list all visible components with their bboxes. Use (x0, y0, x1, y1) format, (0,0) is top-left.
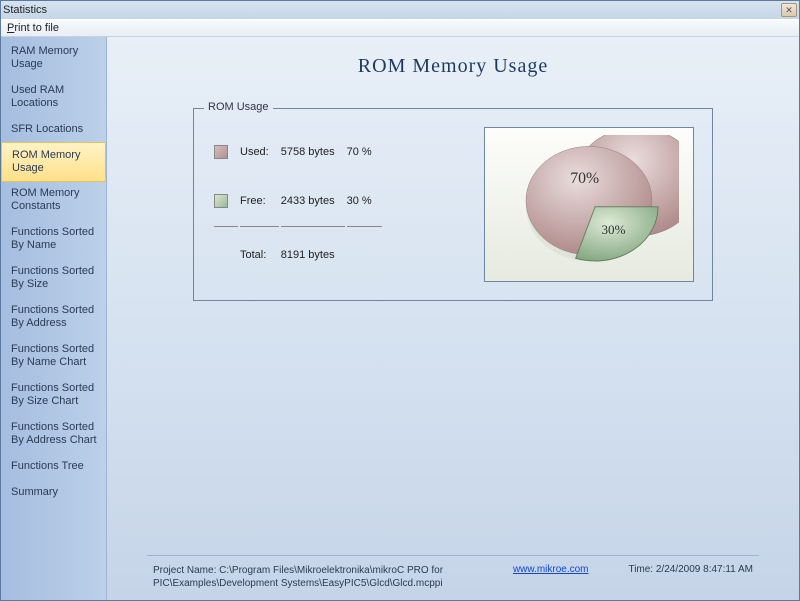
free-pct: 30 % (347, 177, 382, 223)
free-label: Free: (240, 177, 279, 223)
body: RAM Memory Usage Used RAM Locations SFR … (1, 37, 799, 600)
close-icon: ✕ (785, 5, 793, 16)
mikroe-link[interactable]: www.mikroe.com (513, 564, 589, 575)
sidebar-item-functions-tree[interactable]: Functions Tree (1, 454, 106, 480)
window-title: Statistics (3, 4, 47, 16)
used-label: Used: (240, 129, 279, 175)
total-bytes: 8191 bytes (281, 226, 345, 280)
sidebar-item-functions-sorted-by-size-chart[interactable]: Functions Sorted By Size Chart (1, 376, 106, 415)
swatch-used-icon (214, 145, 228, 159)
sidebar-item-functions-sorted-by-size[interactable]: Functions Sorted By Size (1, 259, 106, 298)
sidebar-item-rom-memory-constants[interactable]: ROM Memory Constants (1, 181, 106, 220)
sidebar-item-functions-sorted-by-address[interactable]: Functions Sorted By Address (1, 298, 106, 337)
menu-print-rest: rint to file (14, 22, 59, 34)
usage-table: Used: 5758 bytes 70 % Free: 2433 bytes 3… (212, 127, 384, 282)
free-bytes: 2433 bytes (281, 177, 345, 223)
sidebar-item-ram-memory-usage[interactable]: RAM Memory Usage (1, 39, 106, 78)
page-title: ROM Memory Usage (147, 55, 759, 78)
statistics-window: Statistics ✕ Print to file RAM Memory Us… (0, 0, 800, 601)
titlebar: Statistics ✕ (1, 1, 799, 19)
groupbox-legend: ROM Usage (204, 101, 273, 113)
used-bytes: 5758 bytes (281, 129, 345, 175)
sidebar-item-rom-memory-usage[interactable]: ROM Memory Usage (1, 142, 106, 182)
menu-print-to-file[interactable]: Print to file (7, 22, 59, 34)
pie-used-label: 70% (570, 170, 599, 187)
footer: Project Name: C:\Program Files\Mikroelek… (147, 555, 759, 596)
project-name-label: Project Name: C:\Program Files\Mikroelek… (153, 564, 473, 590)
table-row-used: Used: 5758 bytes 70 % (214, 129, 382, 175)
sidebar-item-functions-sorted-by-name-chart[interactable]: Functions Sorted By Name Chart (1, 337, 106, 376)
sidebar-item-used-ram-locations[interactable]: Used RAM Locations (1, 78, 106, 117)
time-label: Time: 2/24/2009 8:47:11 AM (628, 564, 753, 590)
table-row-free: Free: 2433 bytes 30 % (214, 177, 382, 223)
menubar: Print to file (1, 19, 799, 37)
total-label: Total: (240, 226, 279, 280)
main-panel: ROM Memory Usage ROM Usage Used: 5758 by… (107, 37, 799, 600)
table-row-total: Total: 8191 bytes (214, 226, 382, 280)
pie-chart-icon: 70% 30% (499, 135, 679, 275)
pie-free-label: 30% (601, 221, 625, 236)
pie-chart-container: 70% 30% (484, 127, 694, 282)
used-pct: 70 % (347, 129, 382, 175)
sidebar-item-functions-sorted-by-name[interactable]: Functions Sorted By Name (1, 220, 106, 259)
sidebar-item-summary[interactable]: Summary (1, 480, 106, 506)
swatch-free-icon (214, 194, 228, 208)
sidebar: RAM Memory Usage Used RAM Locations SFR … (1, 37, 107, 600)
rom-usage-groupbox: ROM Usage Used: 5758 bytes 70 % Free: 24… (193, 108, 713, 301)
sidebar-item-functions-sorted-by-address-chart[interactable]: Functions Sorted By Address Chart (1, 415, 106, 454)
close-button[interactable]: ✕ (781, 3, 797, 17)
sidebar-item-sfr-locations[interactable]: SFR Locations (1, 117, 106, 143)
